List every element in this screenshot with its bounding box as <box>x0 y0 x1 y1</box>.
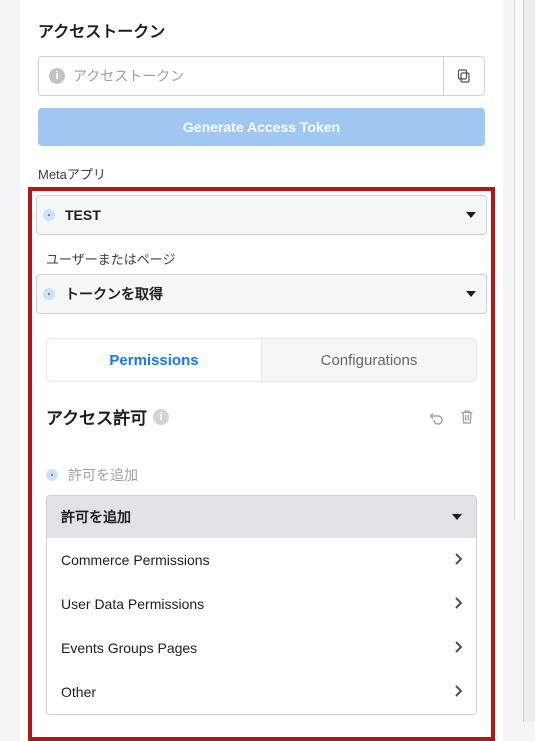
generate-access-token-button[interactable]: Generate Access Token <box>38 108 485 146</box>
permissions-header: アクセス許可 i <box>46 404 477 429</box>
add-permission-dropdown: 許可を追加 Commerce Permissions User Data Per… <box>46 495 477 715</box>
add-permission-hint-text: 許可を追加 <box>68 465 138 485</box>
access-token-panel: アクセストークン i アクセストークン Generate Access Toke… <box>20 0 503 741</box>
tabs: Permissions Configurations <box>46 338 477 382</box>
permission-category-other[interactable]: Other <box>47 670 476 714</box>
permission-category-label: User Data Permissions <box>61 596 204 612</box>
user-or-page-label: ユーザーまたはページ <box>34 235 489 272</box>
trash-icon <box>460 409 474 425</box>
tab-permissions[interactable]: Permissions <box>47 339 262 381</box>
tab-configurations[interactable]: Configurations <box>262 339 476 381</box>
window-edge <box>523 0 535 722</box>
add-permission-hint: 許可を追加 <box>46 465 477 485</box>
info-icon[interactable]: i <box>153 409 169 425</box>
access-token-row: i アクセストークン <box>38 56 485 96</box>
bullet-icon <box>43 209 55 221</box>
add-permission-dropdown-label: 許可を追加 <box>61 507 131 527</box>
user-or-page-selected: トークンを取得 <box>65 284 163 304</box>
chevron-down-icon <box>452 514 462 520</box>
chevron-right-icon <box>454 596 462 612</box>
bullet-icon <box>46 469 58 481</box>
meta-app-label: Metaアプリ <box>20 164 503 187</box>
permission-category-label: Events Groups Pages <box>61 640 197 656</box>
access-token-input[interactable]: i アクセストークン <box>38 56 443 96</box>
undo-icon <box>429 409 445 425</box>
permission-category-label: Commerce Permissions <box>61 552 210 568</box>
meta-app-selected: TEST <box>65 207 101 223</box>
clear-button[interactable] <box>457 407 477 427</box>
chevron-down-icon <box>466 291 476 297</box>
permission-category-label: Other <box>61 684 96 700</box>
chevron-down-icon <box>466 212 476 218</box>
info-icon: i <box>49 68 65 84</box>
copy-token-button[interactable] <box>443 56 485 96</box>
chevron-right-icon <box>454 640 462 656</box>
tab-permissions-label: Permissions <box>109 352 198 369</box>
generate-button-label: Generate Access Token <box>183 119 340 135</box>
section-title-access-token: アクセストークン <box>20 10 503 56</box>
add-permission-dropdown-head[interactable]: 許可を追加 <box>47 496 476 538</box>
permission-category-events-groups-pages[interactable]: Events Groups Pages <box>47 626 476 670</box>
highlighted-region: TEST ユーザーまたはページ トークンを取得 Permissions Conf… <box>28 187 495 741</box>
chevron-right-icon <box>454 552 462 568</box>
chevron-right-icon <box>454 684 462 700</box>
permissions-actions <box>427 407 477 427</box>
undo-button[interactable] <box>427 407 447 427</box>
user-or-page-dropdown[interactable]: トークンを取得 <box>36 274 487 314</box>
access-token-placeholder: アクセストークン <box>73 66 184 86</box>
copy-icon <box>456 68 472 84</box>
tab-configurations-label: Configurations <box>321 352 418 369</box>
bullet-icon <box>43 288 55 300</box>
scrollbar-track[interactable] <box>514 0 523 520</box>
permissions-title: アクセス許可 <box>46 404 147 429</box>
permission-category-commerce[interactable]: Commerce Permissions <box>47 538 476 582</box>
meta-app-dropdown[interactable]: TEST <box>36 195 487 235</box>
permission-category-user-data[interactable]: User Data Permissions <box>47 582 476 626</box>
